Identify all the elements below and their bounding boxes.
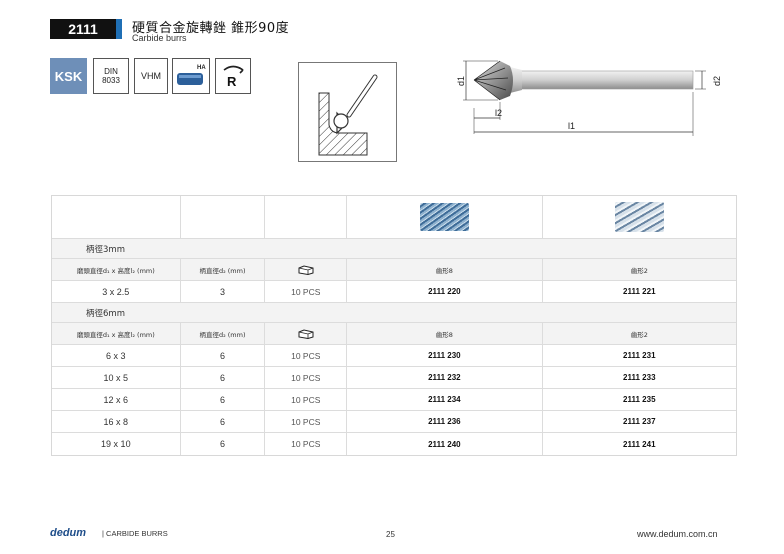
column-header-row: 磨頭直徑d₁ x 高度l₂ (mm) 柄直徑d₂ (mm) 齒形8 齒形2: [52, 323, 736, 345]
d1-label: d1: [456, 76, 466, 86]
col-package: [265, 323, 348, 344]
din-badge: DIN 8033: [93, 58, 129, 94]
pcs-cell: 10 PCS: [265, 345, 348, 366]
col-cut2: 齒形2: [630, 330, 648, 339]
cut2-part-number: 2111 237: [623, 417, 656, 426]
table-row: 12 x 6 6 10 PCS 2111 234 2111 235: [52, 389, 736, 411]
shank-cell: 6: [181, 411, 266, 432]
cut8-image-cell: [347, 196, 543, 238]
cut2-part-number: 2111 235: [623, 395, 656, 404]
cut2-burr-image: [614, 202, 664, 232]
cut8-part-number: 2111 234: [347, 389, 543, 410]
table-row: 3 x 2.5 3 10 PCS 2111 220 2111 221: [52, 281, 736, 303]
col-size: 磨頭直徑d₁ x 高度l₂ (mm): [52, 323, 181, 344]
cut8-part-number: 2111 240: [347, 433, 543, 455]
cut8-part-number: 2111 236: [347, 411, 543, 432]
page-number: 25: [386, 530, 395, 539]
din-label: DIN: [104, 67, 118, 76]
size-cell: 12 x 6: [52, 389, 181, 410]
pcs-cell: 10 PCS: [265, 411, 348, 432]
size-cell: 19 x 10: [52, 433, 181, 455]
l2-label: l2: [495, 108, 502, 118]
shank-icon: HA: [177, 65, 206, 85]
footer-url: www.dedum.com.cn: [637, 529, 718, 539]
footer-section-label: | CARBIDE BURRS: [102, 529, 168, 538]
table-row: 16 x 8 6 10 PCS 2111 236 2111 237: [52, 411, 736, 433]
col-cut2: 齒形2: [630, 266, 648, 275]
r-text: R: [227, 74, 237, 89]
cut2-part-number: 2111 231: [623, 351, 656, 360]
pcs-cell: 10 PCS: [265, 389, 348, 410]
cut2-part-number: 2111 241: [623, 439, 656, 449]
size-cell: 3 x 2.5: [52, 281, 181, 302]
table-row: 19 x 10 6 10 PCS 2111 240 2111 241: [52, 433, 736, 455]
cut8-part-number: 2111 220: [347, 281, 543, 302]
product-code: 2111: [50, 19, 116, 39]
table-row: 6 x 3 6 10 PCS 2111 230 2111 231: [52, 345, 736, 367]
col-shank: 柄直徑d₂ (mm): [181, 259, 266, 280]
col-cut8: 齒形8: [347, 323, 543, 344]
ha-text: HA: [197, 65, 206, 71]
vhm-badge: VHM: [134, 58, 168, 94]
rotation-icon: R: [223, 65, 244, 89]
shank-cell: 6: [181, 345, 266, 366]
group-label: 柄徑6mm: [86, 308, 125, 319]
din-number: 8033: [102, 76, 120, 85]
column-header-row: 磨頭直徑d₁ x 高度l₂ (mm) 柄直徑d₂ (mm) 齒形8 齒形2: [52, 259, 736, 281]
page-subtitle: Carbide burrs: [132, 33, 187, 43]
col-cut8: 齒形8: [347, 259, 543, 280]
cut8-part-number: 2111 230: [347, 345, 543, 366]
tool-dimension-drawing: d1 d2 l2 l1: [450, 56, 730, 146]
table-row: 10 x 5 6 10 PCS 2111 232 2111 233: [52, 367, 736, 389]
shank-cell: 6: [181, 367, 266, 388]
package-icon: [298, 264, 314, 275]
pcs-cell: 10 PCS: [265, 433, 348, 455]
cut-image-row: [52, 196, 736, 239]
shank-cell: 6: [181, 433, 266, 455]
group-header: 柄徑6mm: [52, 303, 736, 323]
group-header: 柄徑3mm: [52, 239, 736, 259]
cut2-image-cell: [543, 196, 736, 238]
product-table: 柄徑3mm 磨頭直徑d₁ x 高度l₂ (mm) 柄直徑d₂ (mm) 齒形8 …: [51, 195, 737, 456]
size-cell: 16 x 8: [52, 411, 181, 432]
cut2-part-number: 2111 221: [623, 287, 656, 296]
pcs-cell: 10 PCS: [265, 281, 348, 302]
cut2-part-number: 2111 233: [623, 373, 656, 382]
code-accent-bar: [116, 19, 122, 39]
l1-label: l1: [568, 121, 575, 131]
cut8-burr-image: [419, 203, 469, 231]
package-icon: [298, 328, 314, 339]
footer-brand-logo: dedum: [50, 527, 87, 539]
usage-illustration: [298, 62, 397, 162]
col-size: 磨頭直徑d₁ x 高度l₂ (mm): [52, 259, 181, 280]
shank-cell: 3: [181, 281, 266, 302]
size-cell: 6 x 3: [52, 345, 181, 366]
ksk-badge: KSK: [50, 58, 87, 94]
rotation-badge: R: [215, 58, 251, 94]
group-label: 柄徑3mm: [86, 244, 125, 255]
pcs-cell: 10 PCS: [265, 367, 348, 388]
col-shank: 柄直徑d₂ (mm): [181, 323, 266, 344]
shank-cell: 6: [181, 389, 266, 410]
size-cell: 10 x 5: [52, 367, 181, 388]
col-package: [265, 259, 348, 280]
shank-ha-badge: HA: [172, 58, 210, 94]
d2-label: d2: [712, 76, 722, 86]
cut8-part-number: 2111 232: [347, 367, 543, 388]
